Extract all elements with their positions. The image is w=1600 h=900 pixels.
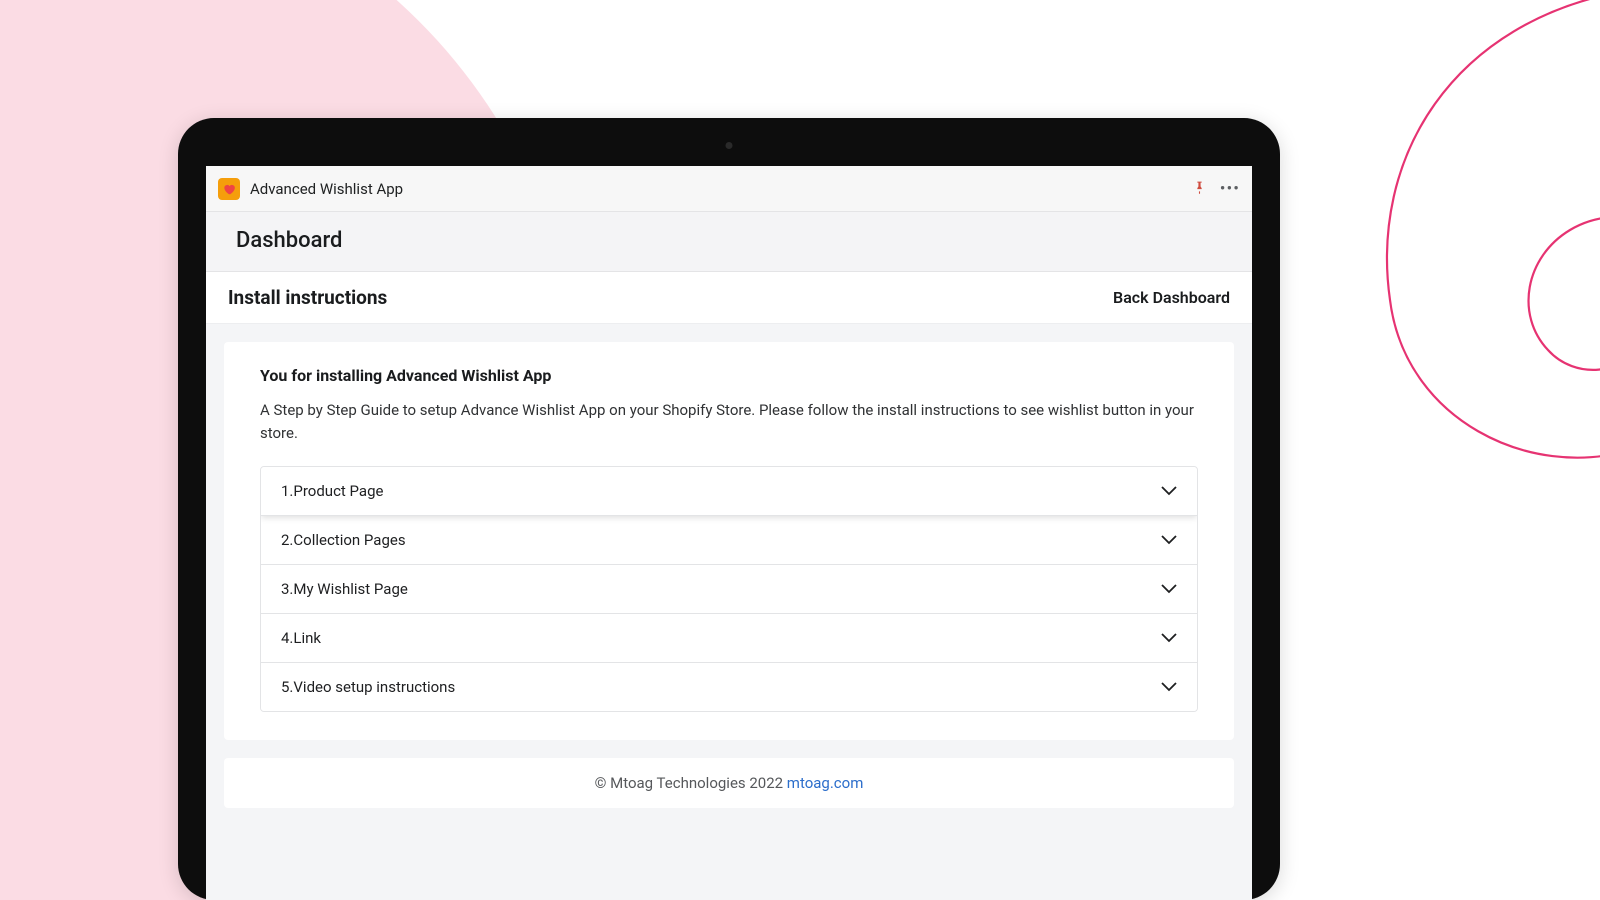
decorative-swirl	[1250, 0, 1600, 580]
more-icon[interactable]: •••	[1220, 179, 1240, 199]
card-heading: You for installing Advanced Wishlist App	[260, 366, 1198, 385]
install-bar: Install instructions Back Dashboard	[206, 272, 1252, 324]
card-subtext: A Step by Step Guide to setup Advance Wi…	[260, 399, 1198, 444]
accordion-item-wishlist-page[interactable]: 3.My Wishlist Page	[261, 565, 1197, 614]
dashboard-title: Dashboard	[236, 228, 1222, 253]
tablet-device-frame: Advanced Wishlist App ••• Dashboard Inst…	[178, 118, 1280, 900]
accordion: 1.Product Page 2.Collection Pages 3.My W…	[260, 466, 1198, 712]
chevron-down-icon	[1161, 678, 1177, 696]
footer-link[interactable]: mtoag.com	[787, 774, 864, 792]
dashboard-bar: Dashboard	[206, 212, 1252, 272]
accordion-label: 2.Collection Pages	[281, 531, 406, 549]
app-title: Advanced Wishlist App	[250, 180, 1193, 198]
accordion-label: 5.Video setup instructions	[281, 678, 455, 696]
main-area: You for installing Advanced Wishlist App…	[206, 324, 1252, 758]
screen: Advanced Wishlist App ••• Dashboard Inst…	[206, 166, 1252, 900]
pin-icon[interactable]	[1193, 179, 1206, 199]
app-logo-icon	[218, 178, 240, 200]
accordion-label: 1.Product Page	[281, 482, 383, 500]
accordion-item-video-setup[interactable]: 5.Video setup instructions	[261, 663, 1197, 711]
camera-dot	[726, 142, 733, 149]
accordion-item-product-page[interactable]: 1.Product Page	[261, 467, 1197, 516]
footer-text: © Mtoag Technologies 2022	[595, 774, 787, 792]
accordion-label: 3.My Wishlist Page	[281, 580, 408, 598]
instructions-card: You for installing Advanced Wishlist App…	[224, 342, 1234, 740]
footer: © Mtoag Technologies 2022 mtoag.com	[224, 758, 1234, 808]
accordion-label: 4.Link	[281, 629, 321, 647]
chevron-down-icon	[1161, 629, 1177, 647]
chevron-down-icon	[1161, 482, 1177, 500]
accordion-item-collection-pages[interactable]: 2.Collection Pages	[261, 516, 1197, 565]
chevron-down-icon	[1161, 580, 1177, 598]
accordion-item-link[interactable]: 4.Link	[261, 614, 1197, 663]
app-header: Advanced Wishlist App •••	[206, 166, 1252, 212]
install-title: Install instructions	[228, 286, 387, 309]
chevron-down-icon	[1161, 531, 1177, 549]
back-dashboard-link[interactable]: Back Dashboard	[1113, 288, 1230, 307]
